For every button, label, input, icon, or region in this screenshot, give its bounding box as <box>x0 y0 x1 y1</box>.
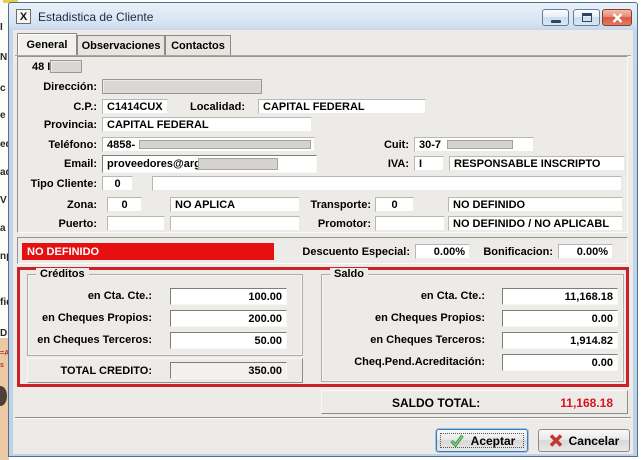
minimize-button[interactable] <box>542 9 569 26</box>
cancel-button[interactable]: Cancelar <box>538 429 630 452</box>
zona-desc-field[interactable]: NO APLICA <box>170 197 300 212</box>
iva-label: IVA: <box>358 158 409 170</box>
telefono-label: Teléfono: <box>20 139 97 151</box>
status-banner: NO DEFINIDO <box>22 243 274 260</box>
dialog-estadistica-cliente: X Estadistica de Cliente General Observa… <box>8 2 638 457</box>
email-field[interactable]: proveedores@arg <box>102 155 317 173</box>
provincia-label: Provincia: <box>20 119 97 131</box>
tipo-cliente-desc-field[interactable] <box>152 176 622 191</box>
creditos-cheques-propios-label: en Cheques Propios: <box>30 312 152 324</box>
transporte-desc-field[interactable]: NO DEFINIDO <box>448 197 623 212</box>
tipo-cliente-label: Tipo Cliente: <box>20 178 97 190</box>
background-shape <box>0 386 7 406</box>
creditos-cheques-terceros-field[interactable]: 50.00 <box>170 332 287 349</box>
close-button[interactable] <box>602 9 632 26</box>
tab-observaciones-label: Observaciones <box>82 40 161 52</box>
puerto-field[interactable] <box>107 216 165 231</box>
accept-button-label: Aceptar <box>471 434 516 448</box>
creditos-cta-cte-label: en Cta. Cte.: <box>30 290 152 302</box>
creditos-cheques-propios-field[interactable]: 200.00 <box>170 310 287 327</box>
client-info-panel: 48 I Dirección: C.P.: C1414CUX Localidad… <box>17 56 628 233</box>
saldo-cta-cte-field[interactable]: 11,168.18 <box>502 288 618 305</box>
credit-balance-section: Créditos en Cta. Cte.: 100.00 en Cheques… <box>17 267 629 387</box>
telefono-value: 4858- <box>107 139 135 151</box>
total-credito-panel: TOTAL CREDITO: 350.00 <box>27 358 303 383</box>
bonificacion-label: Bonificacion: <box>474 246 553 258</box>
creditos-title: Créditos <box>36 268 89 280</box>
saldo-title: Saldo <box>330 268 368 280</box>
redacted-email <box>198 158 278 170</box>
cancel-x-icon <box>549 434 563 447</box>
cp-field[interactable]: C1414CUX <box>102 99 168 114</box>
title-bar: X Estadistica de Cliente <box>9 3 637 30</box>
email-value: proveedores@arg <box>107 158 201 170</box>
bonificacion-field[interactable]: 0.00% <box>558 244 613 259</box>
saldo-groupbox: Saldo en Cta. Cte.: 11,168.18 en Cheques… <box>321 274 624 382</box>
tab-general-label: General <box>27 39 68 51</box>
client-code: 48 I <box>32 61 50 73</box>
descuento-label: Descuento Especial: <box>290 246 410 258</box>
check-icon <box>449 433 465 448</box>
cuit-value: 30-7 <box>419 139 441 151</box>
saldo-cheques-propios-label: en Cheques Propios: <box>324 312 485 324</box>
redacted-cuit <box>447 140 513 149</box>
saldo-cheques-terceros-field[interactable]: 1,914.82 <box>502 332 618 349</box>
saldo-cheques-propios-field[interactable]: 0.00 <box>502 310 618 327</box>
promotor-desc-field[interactable]: NO DEFINIDO / NO APLICABL <box>448 216 623 231</box>
maximize-icon <box>582 13 592 22</box>
zona-label: Zona: <box>20 199 97 211</box>
dialog-body: General Observaciones Contactos 48 I Dir… <box>13 30 633 454</box>
saldo-cheques-terceros-label: en Cheques Terceros: <box>324 334 485 346</box>
close-icon <box>612 13 623 23</box>
saldo-cta-cte-label: en Cta. Cte.: <box>324 290 485 302</box>
saldo-total-label: SALDO TOTAL: <box>392 396 480 410</box>
creditos-groupbox: Créditos en Cta. Cte.: 100.00 en Cheques… <box>27 274 303 356</box>
direccion-field[interactable] <box>102 79 262 94</box>
redacted-telefono <box>139 140 311 149</box>
minimize-icon <box>551 20 561 23</box>
total-credito-label: TOTAL CREDITO: <box>30 365 152 377</box>
transporte-label: Transporte: <box>298 199 371 211</box>
localidad-field[interactable]: CAPITAL FEDERAL <box>258 99 426 114</box>
window-title: Estadistica de Cliente <box>38 10 153 24</box>
provincia-field[interactable]: CAPITAL FEDERAL <box>102 117 312 132</box>
screen: I N c e ed ad V a np fid D =A s X Estadi… <box>0 0 641 460</box>
cancel-button-label: Cancelar <box>569 434 620 448</box>
accept-button[interactable]: Aceptar <box>436 429 528 452</box>
cp-label: C.P.: <box>20 101 97 113</box>
tab-contactos[interactable]: Contactos <box>165 35 231 55</box>
total-credito-field: 350.00 <box>170 362 287 379</box>
status-banner-panel: NO DEFINIDO Descuento Especial: 0.00% Bo… <box>17 237 628 264</box>
iva-code-field[interactable]: I <box>414 156 444 171</box>
localidad-label: Localidad: <box>168 101 245 113</box>
app-icon: X <box>16 9 31 24</box>
iva-desc-field[interactable]: RESPONSABLE INSCRIPTO <box>449 156 625 171</box>
tab-observaciones[interactable]: Observaciones <box>77 35 165 55</box>
promotor-field[interactable] <box>375 216 445 231</box>
creditos-cta-cte-field[interactable]: 100.00 <box>170 288 287 305</box>
puerto-desc-field[interactable] <box>170 216 300 231</box>
cheq-pend-acreditacion-label: Cheq.Pend.Acreditación: <box>324 356 485 368</box>
footer-divider <box>15 417 631 419</box>
maximize-button[interactable] <box>573 9 600 26</box>
cuit-label: Cuit: <box>358 139 409 151</box>
creditos-cheques-terceros-label: en Cheques Terceros: <box>30 334 152 346</box>
tipo-cliente-field[interactable]: 0 <box>102 176 133 191</box>
background-text-fragment: s <box>0 362 4 369</box>
promotor-label: Promotor: <box>298 218 371 230</box>
redacted-client-name <box>50 60 82 73</box>
telefono-field[interactable]: 4858- <box>102 137 315 152</box>
saldo-total-value: 11,168.18 <box>560 396 613 410</box>
transporte-field[interactable]: 0 <box>375 197 414 212</box>
saldo-total-panel: SALDO TOTAL: 11,168.18 <box>321 390 628 414</box>
tab-contactos-label: Contactos <box>171 40 225 52</box>
direccion-label: Dirección: <box>20 81 97 93</box>
zona-field[interactable]: 0 <box>107 197 142 212</box>
descuento-field[interactable]: 0.00% <box>415 244 470 259</box>
tab-general[interactable]: General <box>17 33 77 55</box>
cheq-pend-acreditacion-field[interactable]: 0.00 <box>502 354 618 371</box>
email-label: Email: <box>20 158 97 170</box>
cuit-field[interactable]: 30-7 <box>414 137 534 152</box>
puerto-label: Puerto: <box>20 218 97 230</box>
